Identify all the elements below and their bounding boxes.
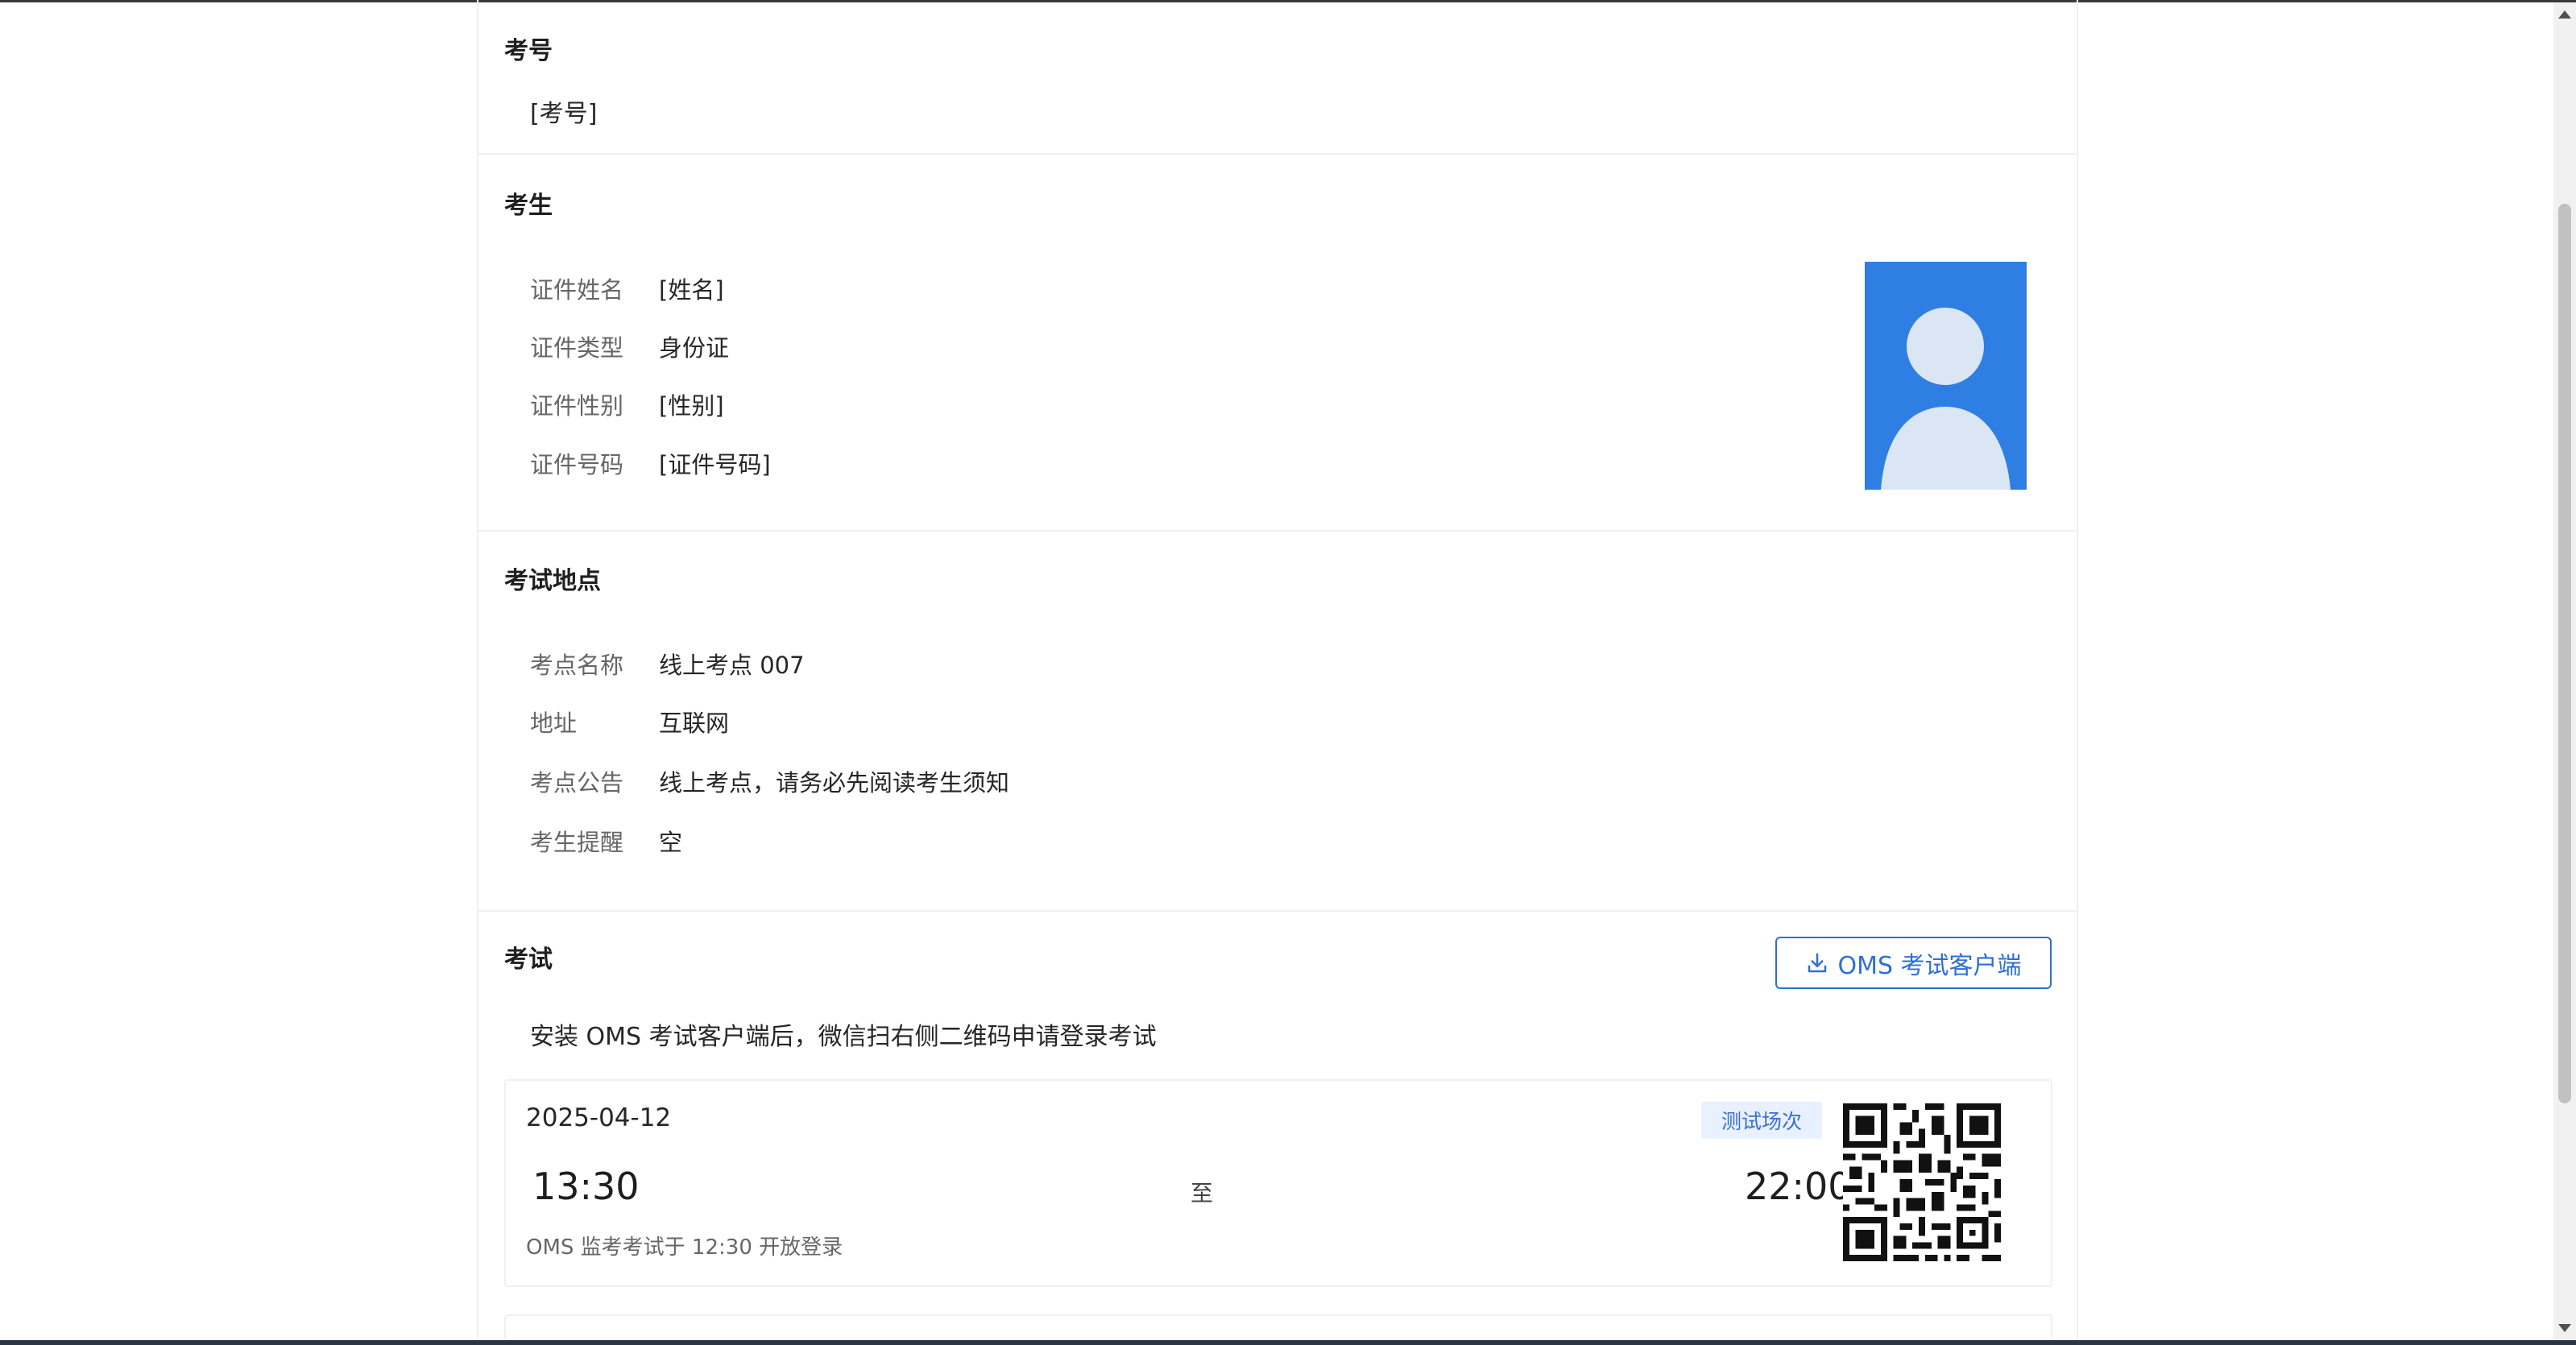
field-value: 线上考点，请务必先阅读考生须知: [659, 769, 1010, 797]
field-label: 考点公告: [530, 769, 624, 797]
candidate-title: 考生: [504, 192, 553, 220]
candidate-field-gender: 证件性别 [性别]: [530, 387, 724, 422]
session-time-separator: 至: [1191, 1180, 1214, 1206]
candidate-field-id-type: 证件类型 身份证: [530, 329, 729, 364]
field-value: [姓名]: [659, 276, 724, 304]
exam-number-value: [考号]: [530, 100, 598, 128]
location-field-reminder: 考生提醒 空: [530, 823, 682, 859]
scroll-down-arrow-icon[interactable]: [2558, 1324, 2571, 1332]
exam-number-section: 考号 [考号]: [478, 0, 2077, 155]
download-client-label: OMS 考试客户端: [1837, 951, 2022, 980]
location-field-site-name: 考点名称 线上考点 007: [530, 646, 805, 681]
field-label: 证件号码: [530, 451, 624, 478]
window-bottom-edge: [0, 1340, 2576, 1345]
field-value: [证件号码]: [659, 451, 771, 478]
download-icon: [1808, 953, 1827, 972]
exam-session-card: 2025-04-12 测试场次 13:30 至 22:00 OMS 监考考试于 …: [504, 1079, 2052, 1287]
field-value: 身份证: [659, 334, 730, 362]
exam-title: 考试: [504, 946, 553, 974]
download-client-button[interactable]: OMS 考试客户端: [1775, 937, 2052, 989]
session-start-time: 13:30: [532, 1165, 640, 1208]
candidate-field-name: 证件姓名 [姓名]: [530, 271, 724, 306]
location-section: 考试地点 考点名称 线上考点 007 地址 互联网 考点公告 线上考点，请务必先…: [478, 532, 2077, 912]
login-qr-code-icon[interactable]: [1843, 1103, 2001, 1261]
session-end-time: 22:00: [1745, 1165, 1852, 1208]
exam-instruction: 安装 OMS 考试客户端后，微信扫右侧二维码申请登录考试: [530, 1023, 1157, 1051]
session-tag: 测试场次: [1701, 1102, 1822, 1139]
location-field-address: 地址 互联网: [530, 704, 729, 739]
candidate-section: 考生 证件姓名 [姓名] 证件类型 身份证 证件性别 [性别] 证件号码 [证件…: [478, 155, 2077, 532]
field-label: 证件姓名: [530, 276, 624, 304]
session-login-note: OMS 监考考试于 12:30 开放登录: [526, 1235, 843, 1260]
field-value: 线上考点 007: [659, 652, 805, 679]
scroll-up-arrow-icon[interactable]: [2558, 10, 2571, 19]
field-label: 考点名称: [530, 652, 624, 679]
location-title: 考试地点: [504, 567, 601, 595]
field-label: 考生提醒: [530, 829, 624, 856]
field-value: 互联网: [659, 710, 730, 737]
field-label: 证件类型: [530, 334, 624, 362]
vertical-scrollbar[interactable]: [2553, 2, 2576, 1340]
field-label: 地址: [530, 710, 578, 737]
field-value: 空: [659, 829, 683, 856]
field-value: [性别]: [659, 392, 724, 420]
next-session-card: [504, 1314, 2052, 1340]
exam-number-title: 考号: [504, 37, 553, 65]
location-field-announcement: 考点公告 线上考点，请务必先阅读考生须知: [530, 764, 1009, 799]
admission-card: 考号 [考号] 考生 证件姓名 [姓名] 证件类型 身份证 证件性别 [性别] …: [477, 0, 2078, 1340]
field-label: 证件性别: [530, 392, 624, 420]
candidate-field-id-number: 证件号码 [证件号码]: [530, 445, 771, 481]
scroll-thumb[interactable]: [2558, 204, 2571, 1103]
candidate-photo: [1865, 262, 2027, 490]
session-date: 2025-04-12: [526, 1103, 672, 1132]
person-silhouette-icon: [1881, 308, 2011, 490]
